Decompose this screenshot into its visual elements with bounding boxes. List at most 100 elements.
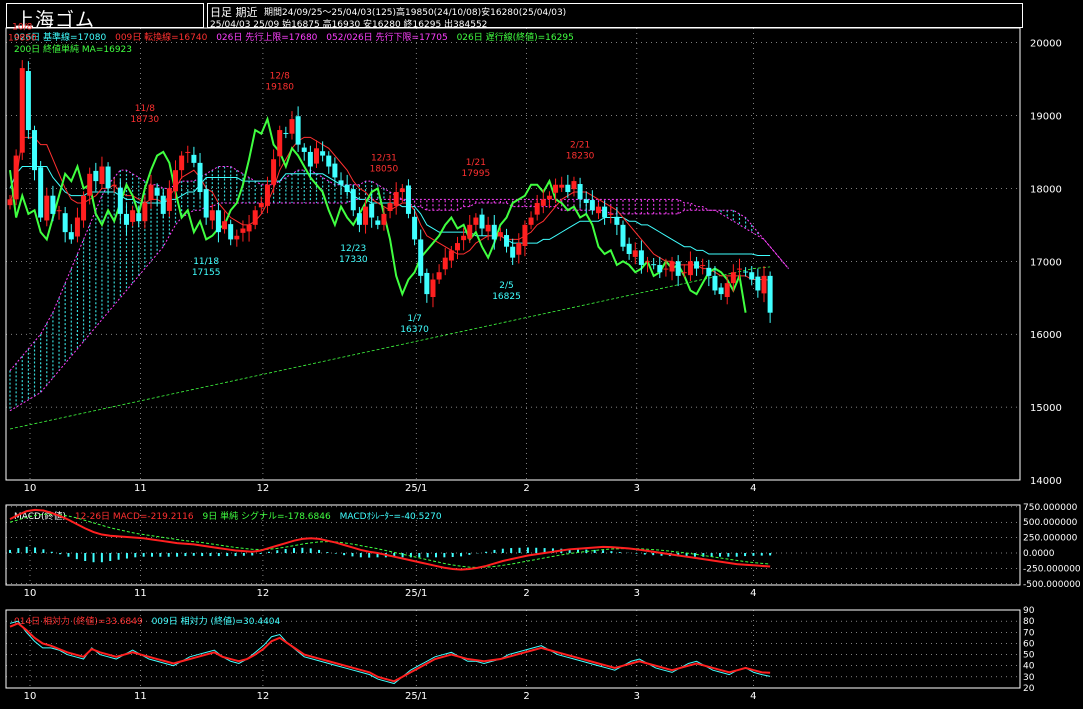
x-tick-label: 4 [750,483,756,494]
candle-body [246,224,252,232]
macd-y-tick-label: -500.000000 [1023,580,1081,590]
candle-body [32,130,38,171]
candle-body [522,224,528,246]
x-tick-label: 3 [634,691,640,702]
x-tick-label: 10 [24,483,37,494]
candle-body [25,71,31,131]
x-tick-label: 10 [24,691,37,702]
y-tick-label: 14000 [1030,476,1062,487]
candle-body [320,151,326,156]
y-tick-label: 20000 [1030,39,1062,50]
y-tick-label: 18000 [1030,184,1062,195]
candle-body [173,170,179,192]
candle-body [399,188,405,193]
candle-body [381,213,387,225]
candle-body [179,155,185,171]
candle-body [442,257,448,270]
candle-body [491,224,497,240]
candle-body [626,243,632,254]
x-tick-label: 11 [134,588,147,599]
x-tick-label: 11 [134,483,147,494]
x-tick-label: 10 [24,588,37,599]
candle-body [608,213,614,215]
rsi-y-tick-label: 80 [1023,617,1035,627]
x-tick-label: 12 [257,588,270,599]
y-tick-label: 17000 [1030,257,1062,268]
candle-body [99,166,105,185]
candle-body [203,189,209,218]
candle-body [264,184,270,206]
annotation-value: 17330 [339,255,368,265]
candle-body [577,184,583,200]
candle-body [295,116,301,145]
candle-body [669,261,675,272]
candle-body [148,184,154,201]
candle-body [767,275,773,313]
y-tick-label: 19000 [1030,111,1062,122]
candle-body [301,147,307,152]
x-tick-label: 4 [750,691,756,702]
ichimoku-cloud [9,166,759,411]
annotation-date: 11/18 [193,257,219,267]
rsi-y-tick-label: 60 [1023,639,1035,649]
candle-body [369,203,375,218]
candle-body [74,217,80,237]
candle-body [234,235,240,240]
chart-canvas: 10 10 10 11 11 11 12 12 12 25/1 25/1 25/1 2 2 2 3 3 3 4 4 4 2… [5,23,1081,702]
candle-body [614,216,620,225]
annotation-date: 10/8 [12,23,32,33]
candle-body [724,283,730,298]
x-tick-label: 25/1 [405,691,427,702]
candle-body [663,268,669,270]
ma200-line [9,266,771,430]
macd-y-tick-label: 750.000000 [1023,503,1078,513]
candle-body [712,275,718,291]
candle-body [454,243,460,251]
candle-body [436,272,442,280]
candle-body [540,199,546,206]
candle-body [289,119,295,134]
candle-body [534,202,540,215]
candle-body [651,264,657,266]
candle-body [687,261,693,276]
annotation-value: 19850 [8,34,37,44]
annotation-date: 2/21 [570,141,590,151]
candle-body [473,217,479,225]
candle-body [461,235,467,241]
macd-panel-frame [5,504,1021,586]
candle-body [38,167,44,218]
x-tick-label: 25/1 [405,483,427,494]
x-tick-label: 4 [750,588,756,599]
candle-body [93,170,99,182]
annotation-value: 18050 [370,165,399,175]
candle-body [62,213,68,233]
candle-body [117,187,123,214]
candle-body [375,220,381,225]
candle-body [283,132,289,134]
x-tick-label: 12 [257,483,270,494]
macd-y-tick-label: 500.000000 [1023,518,1078,528]
candle-body [393,192,399,206]
annotation-date: 12/23 [340,244,366,254]
candle-body [7,199,13,206]
candle-body [307,151,313,167]
candle-body [418,239,424,276]
candle-body [706,267,712,276]
candle-body [412,216,418,240]
candle-body [504,235,510,247]
candle-body [87,173,93,196]
annotation-date: 11/8 [135,104,155,114]
annotation-value: 17995 [462,169,491,179]
macd-y-tick-label: 250.000000 [1023,534,1078,544]
candle-body [258,202,264,208]
y-tick-label: 15000 [1030,403,1062,414]
candle-body [105,166,111,189]
x-tick-label: 11 [134,691,147,702]
candle-body [430,279,436,298]
candle-body [19,68,25,153]
candle-body [681,272,687,274]
candle-body [185,151,191,153]
candle-body [736,268,742,270]
candle-body [252,210,258,225]
candle-body [761,275,767,294]
